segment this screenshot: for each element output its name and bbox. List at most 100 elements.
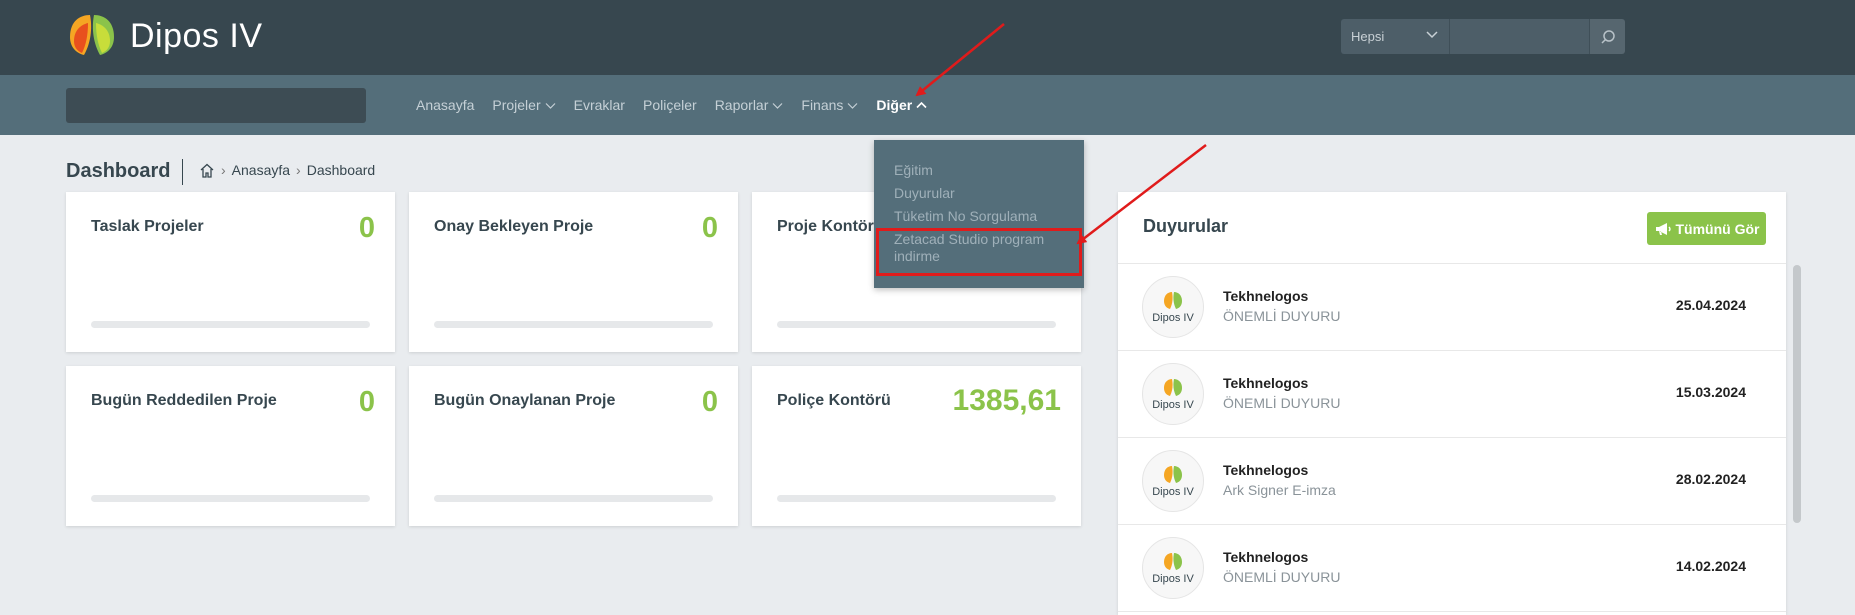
announcement-date: 28.02.2024 — [1675, 471, 1746, 487]
announcement-subtitle: ÖNEMLİ DUYURU — [1223, 395, 1341, 411]
card-title: Proje Kontörü — [777, 218, 884, 235]
breadcrumb-current: Dashboard — [306, 162, 376, 178]
announcements-panel: Duyurular Tümünü Gör Dipos IV Tekhnelogo… — [1118, 192, 1786, 615]
main-nav: Anasayfa Projeler Evraklar Poliçeler Rap… — [0, 75, 1855, 135]
chevron-down-icon — [847, 102, 858, 109]
nav-item-label: Poliçeler — [642, 97, 697, 113]
announcement-subtitle: ÖNEMLİ DUYURU — [1223, 569, 1341, 585]
breadcrumb-home[interactable]: Anasayfa — [232, 162, 290, 178]
avatar: Dipos IV — [1142, 276, 1204, 338]
announcement-item[interactable]: Dipos IV Tekhnelogos ÖNEMLİ DUYURU 15.03… — [1118, 351, 1786, 438]
annotation-highlight-box — [876, 228, 1082, 276]
nav-item-label: Finans — [801, 97, 844, 113]
avatar-text: Dipos IV — [1152, 485, 1194, 498]
chevron-down-icon — [545, 102, 556, 109]
megaphone-icon — [1655, 222, 1671, 235]
announcement-date: 25.04.2024 — [1675, 297, 1746, 313]
global-search-input[interactable] — [1449, 19, 1589, 54]
card-value: 0 — [358, 212, 375, 244]
avatar: Dipos IV — [1142, 363, 1204, 425]
search-button[interactable] — [1589, 19, 1625, 54]
announcement-author: Tekhnelogos — [1223, 288, 1309, 304]
nav-item-evraklar[interactable]: Evraklar — [574, 97, 625, 113]
announcement-date: 14.02.2024 — [1675, 558, 1746, 574]
global-search: Hepsi — [1341, 19, 1625, 54]
breadcrumb-separator: › — [296, 162, 301, 178]
card-value: 1385,61 — [952, 384, 1061, 417]
stat-card-rejected-today[interactable]: Bugün Reddedilen Proje 0 — [66, 366, 395, 526]
leaf-logo-icon — [70, 15, 114, 55]
announcement-item[interactable]: Dipos IV Tekhnelogos ÖNEMLİ DUYURU 14.02… — [1118, 525, 1786, 612]
search-scope-value: Hepsi — [1351, 29, 1385, 44]
leaf-logo-icon — [1164, 378, 1182, 396]
nav-item-label: Diğer — [876, 97, 913, 113]
card-value: 0 — [701, 386, 718, 418]
page-title: Dashboard — [66, 160, 171, 182]
nav-item-policeler[interactable]: Poliçeler — [643, 97, 697, 113]
stat-card-approved-today[interactable]: Bugün Onaylanan Proje 0 — [409, 366, 738, 526]
announcement-item[interactable]: Dipos IV Tekhnelogos ÖNEMLİ DUYURU 25.04… — [1118, 264, 1786, 351]
card-value: 0 — [358, 386, 375, 418]
avatar-text: Dipos IV — [1152, 311, 1194, 324]
stat-card-policy-credit[interactable]: Poliçe Kontörü 1385,61 — [752, 366, 1081, 526]
leaf-logo-icon — [1164, 465, 1182, 483]
announcements-scrollbar[interactable] — [1793, 265, 1801, 523]
see-all-button[interactable]: Tümünü Gör — [1647, 212, 1766, 245]
card-title: Onay Bekleyen Proje — [434, 218, 594, 235]
breadcrumb: › Anasayfa › Dashboard — [199, 162, 375, 178]
nav-item-finans[interactable]: Finans — [801, 97, 858, 113]
nav-item-anasayfa[interactable]: Anasayfa — [416, 97, 474, 113]
nav-search-input[interactable] — [66, 88, 366, 123]
nav-menu: Anasayfa Projeler Evraklar Poliçeler Rap… — [416, 75, 945, 135]
dropdown-item-egitim[interactable]: Eğitim — [894, 162, 933, 179]
breadcrumb-separator: › — [221, 162, 226, 178]
see-all-label: Tümünü Gör — [1675, 220, 1760, 237]
chevron-down-icon — [1426, 31, 1438, 39]
announcement-item[interactable]: Dipos IV Tekhnelogos Ark Signer E-imza 2… — [1118, 438, 1786, 525]
card-title: Poliçe Kontörü — [777, 392, 891, 409]
avatar-text: Dipos IV — [1152, 572, 1194, 585]
card-title: Bugün Reddedilen Proje — [91, 392, 277, 409]
stat-card-pending-approval[interactable]: Onay Bekleyen Proje 0 — [409, 192, 738, 352]
card-title: Bugün Onaylanan Proje — [434, 392, 616, 409]
announcement-subtitle: ÖNEMLİ DUYURU — [1223, 308, 1341, 324]
nav-item-diger[interactable]: Diğer — [876, 97, 927, 113]
leaf-logo-icon — [1164, 552, 1182, 570]
dropdown-item-tuketim-no-sorgulama[interactable]: Tüketim No Sorgulama — [894, 208, 1037, 225]
avatar: Dipos IV — [1142, 450, 1204, 512]
title-divider — [182, 159, 183, 185]
nav-item-projeler[interactable]: Projeler — [492, 97, 556, 113]
panel-header: Duyurular Tümünü Gör — [1118, 192, 1786, 264]
nav-item-label: Projeler — [492, 97, 541, 113]
home-icon[interactable] — [199, 163, 215, 178]
panel-title: Duyurular — [1143, 216, 1229, 236]
stat-card-draft-projects[interactable]: Taslak Projeler 0 — [66, 192, 395, 352]
app-logo[interactable]: Dipos IV — [64, 11, 263, 61]
avatar-text: Dipos IV — [1152, 398, 1194, 411]
search-scope-select[interactable]: Hepsi — [1341, 19, 1449, 54]
dropdown-item-duyurular[interactable]: Duyurular — [894, 185, 955, 202]
card-progress-bar — [777, 321, 1056, 328]
search-icon — [1600, 29, 1615, 44]
card-value: 0 — [701, 212, 718, 244]
card-progress-bar — [91, 495, 370, 502]
top-header: Dipos IV Hepsi — [0, 0, 1855, 75]
announcement-author: Tekhnelogos — [1223, 375, 1309, 391]
nav-item-raporlar[interactable]: Raporlar — [715, 97, 784, 113]
avatar: Dipos IV — [1142, 537, 1204, 599]
chevron-down-icon — [772, 102, 783, 109]
card-progress-bar — [434, 495, 713, 502]
app-name: Dipos IV — [130, 16, 263, 55]
card-progress-bar — [91, 321, 370, 328]
nav-item-label: Raporlar — [714, 97, 769, 113]
card-progress-bar — [434, 321, 713, 328]
announcement-date: 15.03.2024 — [1675, 384, 1746, 400]
chevron-up-icon — [916, 101, 927, 108]
nav-item-label: Evraklar — [573, 97, 625, 113]
card-title: Taslak Projeler — [91, 218, 204, 235]
announcement-subtitle: Ark Signer E-imza — [1223, 482, 1336, 498]
leaf-logo-icon — [1164, 291, 1182, 309]
card-progress-bar — [777, 495, 1056, 502]
announcement-author: Tekhnelogos — [1223, 549, 1309, 565]
nav-item-label: Anasayfa — [416, 97, 475, 113]
